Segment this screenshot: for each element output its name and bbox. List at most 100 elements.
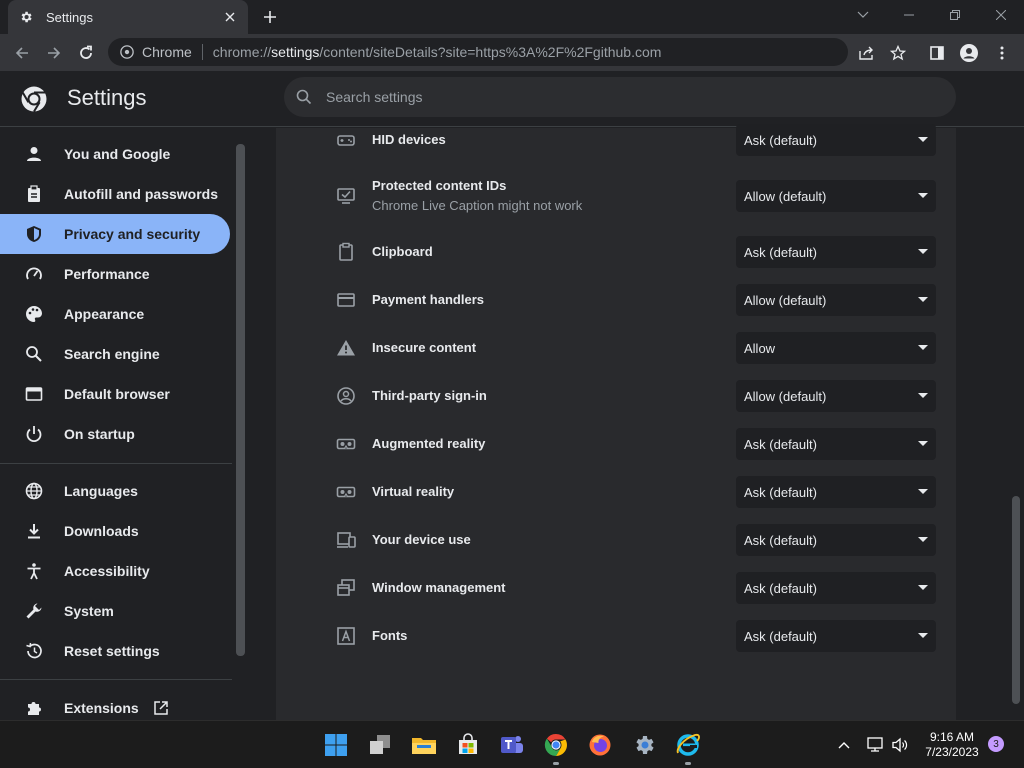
- sidebar-item-extensions[interactable]: Extensions: [0, 688, 230, 720]
- sidebar-item-languages[interactable]: Languages: [0, 471, 230, 511]
- close-window-button[interactable]: [978, 0, 1024, 30]
- microsoft-store-icon[interactable]: [452, 729, 484, 761]
- permission-select[interactable]: Allow (default): [736, 380, 936, 412]
- sidebar-divider: [0, 463, 232, 464]
- permission-select[interactable]: Ask (default): [736, 524, 936, 556]
- select-value: Ask (default): [744, 532, 817, 548]
- speedometer-icon: [24, 264, 44, 284]
- permission-row-window-management: Window management Ask (default): [276, 564, 956, 612]
- clock-date: 7/23/2023: [925, 745, 979, 759]
- profile-avatar-icon[interactable]: [955, 39, 983, 67]
- sidebar-item-you-and-google[interactable]: You and Google: [0, 134, 230, 174]
- sidebar-item-label: Languages: [64, 483, 138, 499]
- permission-row-third-party-sign-in: Third-party sign-in Allow (default): [276, 372, 956, 420]
- minimize-button[interactable]: [886, 0, 932, 30]
- dropdown-arrow-icon: [918, 193, 928, 198]
- task-view-icon[interactable]: [364, 729, 396, 761]
- power-icon: [24, 424, 44, 444]
- teams-icon[interactable]: [496, 729, 528, 761]
- person-icon: [24, 144, 44, 164]
- sidebar-item-default-browser[interactable]: Default browser: [0, 374, 230, 414]
- tab-settings[interactable]: Settings: [8, 0, 248, 34]
- sidebar-item-autofill[interactable]: Autofill and passwords: [0, 174, 230, 214]
- taskbar-clock[interactable]: 9:16 AM 7/23/2023: [916, 730, 988, 760]
- forward-button[interactable]: [40, 39, 68, 67]
- omnibox-chrome-label: Chrome: [142, 44, 192, 60]
- dropdown-arrow-icon: [918, 345, 928, 350]
- close-tab-icon[interactable]: [222, 9, 238, 25]
- show-hidden-icons-chevron-icon[interactable]: [836, 729, 852, 761]
- restore-button[interactable]: [932, 0, 978, 30]
- sidebar-item-reset-settings[interactable]: Reset settings: [0, 631, 230, 671]
- permission-label: Window management: [372, 580, 506, 595]
- sidebar: You and Google Autofill and passwords Pr…: [0, 128, 232, 720]
- protected-content-icon: [334, 184, 358, 208]
- permission-row-protected-content: Protected content IDs Chrome Live Captio…: [276, 172, 956, 220]
- file-explorer-icon[interactable]: [408, 729, 440, 761]
- search-box[interactable]: [284, 77, 956, 117]
- sidebar-item-on-startup[interactable]: On startup: [0, 414, 230, 454]
- window-management-icon: [334, 576, 358, 600]
- reload-button[interactable]: [72, 39, 100, 67]
- bookmark-star-icon[interactable]: [884, 39, 912, 67]
- globe-icon: [24, 481, 44, 501]
- permission-select[interactable]: Ask (default): [736, 476, 936, 508]
- more-menu-icon[interactable]: [988, 39, 1016, 67]
- volume-icon[interactable]: [890, 729, 910, 761]
- search-icon: [24, 344, 44, 364]
- permission-select[interactable]: Ask (default): [736, 620, 936, 652]
- chrome-taskbar-icon[interactable]: [540, 729, 572, 765]
- dropdown-arrow-icon: [918, 393, 928, 398]
- network-icon[interactable]: [866, 729, 886, 761]
- permission-row-insecure-content: Insecure content Allow: [276, 324, 956, 372]
- sidebar-item-appearance[interactable]: Appearance: [0, 294, 230, 334]
- permission-select[interactable]: Ask (default): [736, 124, 936, 156]
- new-tab-button[interactable]: [258, 5, 282, 29]
- sidebar-scrollbar-thumb[interactable]: [236, 144, 245, 656]
- download-icon: [24, 521, 44, 541]
- sidebar-item-label: On startup: [64, 426, 135, 442]
- dropdown-arrow-icon: [918, 585, 928, 590]
- url-text: chrome://settings/content/siteDetails?si…: [213, 44, 662, 60]
- permission-select[interactable]: Ask (default): [736, 572, 936, 604]
- permission-select[interactable]: Allow (default): [736, 284, 936, 316]
- tab-search-icon[interactable]: [840, 0, 886, 30]
- select-value: Ask (default): [744, 580, 817, 596]
- vr-headset-icon: [334, 480, 358, 504]
- windows-start-icon[interactable]: [320, 729, 352, 761]
- sidebar-item-search-engine[interactable]: Search engine: [0, 334, 230, 374]
- internet-explorer-icon[interactable]: [672, 729, 704, 765]
- notification-badge[interactable]: 3: [988, 736, 1004, 752]
- permission-row-hid-devices: HID devices Ask (default): [276, 116, 956, 164]
- sidebar-item-label: Performance: [64, 266, 150, 282]
- vr-headset-icon: [334, 432, 358, 456]
- share-icon[interactable]: [852, 39, 880, 67]
- sidebar-item-downloads[interactable]: Downloads: [0, 511, 230, 551]
- clock-time: 9:16 AM: [929, 730, 975, 744]
- sidebar-item-system[interactable]: System: [0, 591, 230, 631]
- sidebar-item-privacy[interactable]: Privacy and security: [0, 214, 230, 254]
- account-circle-icon: [334, 384, 358, 408]
- permission-select[interactable]: Ask (default): [736, 236, 936, 268]
- main-scrollbar[interactable]: [1008, 128, 1024, 720]
- sidebar-scrollbar[interactable]: [233, 128, 248, 720]
- address-bar[interactable]: Chrome chrome://settings/content/siteDet…: [108, 38, 848, 66]
- side-panel-icon[interactable]: [923, 39, 951, 67]
- settings-app-icon[interactable]: [628, 729, 660, 761]
- dropdown-arrow-icon: [918, 537, 928, 542]
- search-input[interactable]: [326, 89, 886, 105]
- wrench-icon: [24, 601, 44, 621]
- sidebar-item-accessibility[interactable]: Accessibility: [0, 551, 230, 591]
- permission-select[interactable]: Allow (default): [736, 180, 936, 212]
- permission-select[interactable]: Allow: [736, 332, 936, 364]
- warning-icon: [334, 336, 358, 360]
- back-button[interactable]: [8, 39, 36, 67]
- omnibox-divider: [201, 44, 203, 60]
- permission-select[interactable]: Ask (default): [736, 428, 936, 460]
- sidebar-item-label: Accessibility: [64, 563, 150, 579]
- url-path: /content/siteDetails?site=https%3A%2F%2F…: [319, 44, 662, 60]
- main-scrollbar-thumb[interactable]: [1012, 496, 1020, 704]
- firefox-icon[interactable]: [584, 729, 616, 761]
- permission-label: Payment handlers: [372, 292, 484, 307]
- sidebar-item-performance[interactable]: Performance: [0, 254, 230, 294]
